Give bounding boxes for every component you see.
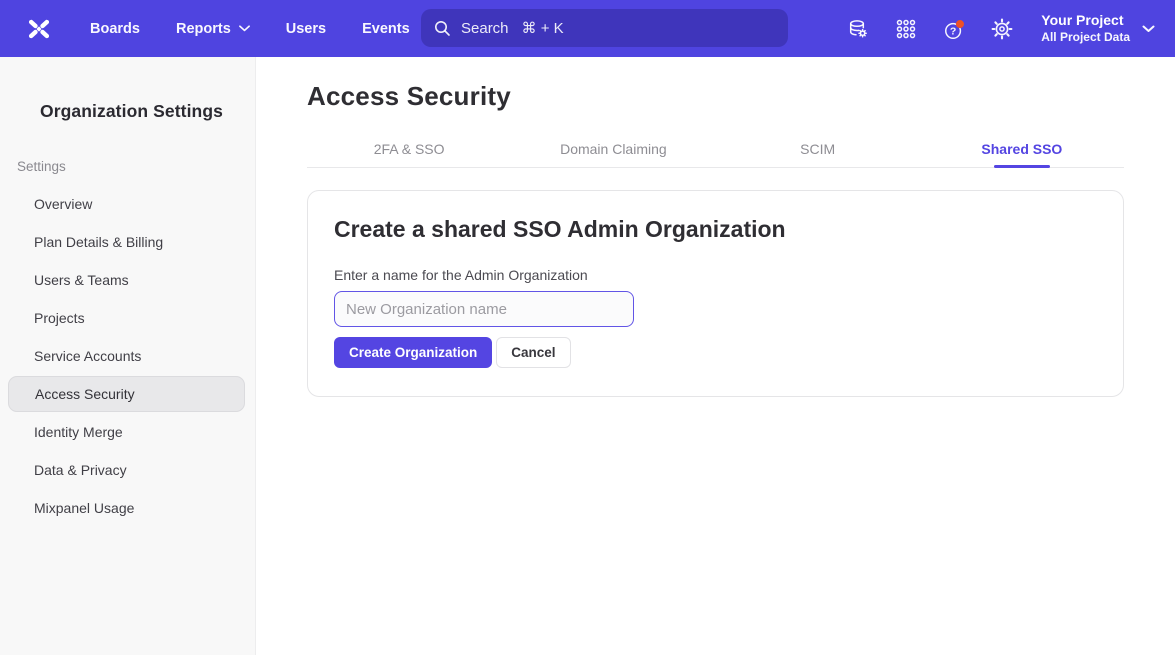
organization-name-input[interactable] (334, 291, 634, 327)
sidebar-item-plan-details-billing[interactable]: Plan Details & Billing (0, 223, 255, 261)
nav-reports-label: Reports (176, 21, 231, 37)
apps-grid-icon[interactable] (895, 18, 917, 40)
nav-events[interactable]: Events (362, 21, 410, 37)
org-name-field-label: Enter a name for the Admin Organization (334, 267, 1091, 283)
nav-reports[interactable]: Reports (176, 21, 250, 37)
sidebar-item-mixpanel-usage[interactable]: Mixpanel Usage (0, 489, 255, 527)
sidebar-title: Organization Settings (40, 101, 255, 122)
sidebar-item-data-privacy[interactable]: Data & Privacy (0, 451, 255, 489)
notification-badge (956, 20, 964, 28)
sidebar-item-identity-merge[interactable]: Identity Merge (0, 413, 255, 451)
settings-sidebar: Organization Settings Settings Overview … (0, 57, 256, 655)
mixpanel-logo-icon[interactable] (24, 14, 54, 44)
tab-domain-claiming[interactable]: Domain Claiming (511, 127, 715, 167)
search-input[interactable]: Search ⌘ + K (421, 9, 788, 47)
card-actions: Create Organization Cancel (334, 337, 1091, 368)
top-navbar: Boards Reports Users Events Search ⌘ + K (0, 0, 1175, 57)
tab-2fa-sso[interactable]: 2FA & SSO (307, 127, 511, 167)
sidebar-item-service-accounts[interactable]: Service Accounts (0, 337, 255, 375)
data-management-icon[interactable] (847, 18, 869, 40)
settings-gear-icon[interactable] (991, 18, 1013, 40)
project-scope: All Project Data (1041, 30, 1130, 45)
search-placeholder: Search (461, 20, 509, 37)
chevron-down-icon (239, 25, 250, 32)
page-title: Access Security (307, 81, 1124, 112)
project-selector[interactable]: Your Project All Project Data (1041, 12, 1155, 45)
topbar-right-cluster: ? Your Proj (847, 12, 1155, 45)
nav-boards[interactable]: Boards (90, 21, 140, 37)
main-content: Access Security 2FA & SSO Domain Claimin… (257, 57, 1175, 655)
tab-bar: 2FA & SSO Domain Claiming SCIM Shared SS… (307, 127, 1124, 168)
sidebar-item-users-teams[interactable]: Users & Teams (0, 261, 255, 299)
search-shortcut-hint: ⌘ + K (522, 19, 564, 37)
tab-shared-sso[interactable]: Shared SSO (920, 127, 1124, 167)
project-name: Your Project (1041, 12, 1130, 30)
sidebar-item-access-security[interactable]: Access Security (8, 376, 245, 412)
card-title: Create a shared SSO Admin Organization (334, 216, 1091, 243)
tab-scim[interactable]: SCIM (716, 127, 920, 167)
sidebar-item-overview[interactable]: Overview (0, 185, 255, 223)
chevron-down-icon (1142, 25, 1155, 33)
sidebar-item-projects[interactable]: Projects (0, 299, 255, 337)
create-sso-admin-org-card: Create a shared SSO Admin Organization E… (307, 190, 1124, 397)
create-organization-button[interactable]: Create Organization (334, 337, 492, 368)
cancel-button[interactable]: Cancel (496, 337, 570, 368)
sidebar-section-label: Settings (17, 159, 255, 174)
help-icon[interactable]: ? (943, 18, 965, 40)
primary-nav: Boards Reports Users Events (90, 21, 410, 37)
search-icon (434, 20, 451, 37)
nav-users[interactable]: Users (286, 21, 326, 37)
sidebar-items: Overview Plan Details & Billing Users & … (0, 185, 255, 527)
help-question-glyph: ? (950, 25, 956, 37)
